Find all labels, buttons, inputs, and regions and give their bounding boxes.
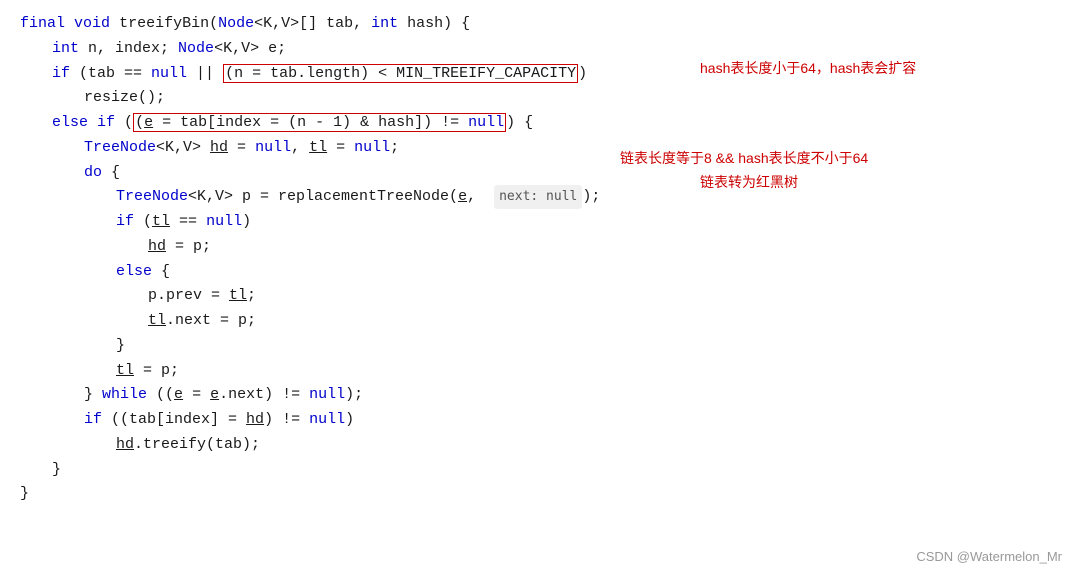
code-line-1: final void treeifyBin(Node<K,V>[] tab, i… xyxy=(20,12,1066,37)
code-line-4: resize(); xyxy=(20,86,1066,111)
keyword-null-2: null xyxy=(468,114,504,131)
var-hd-2: hd xyxy=(148,238,166,255)
keyword-final: final xyxy=(20,15,65,32)
var-e: e xyxy=(144,114,153,131)
var-tl-3: tl xyxy=(229,287,247,304)
code-line-13: tl.next = p; xyxy=(20,309,1066,334)
keyword-null-1: null xyxy=(151,65,187,82)
red-box-2: (e = tab[index = (n - 1) & hash]) != nul… xyxy=(133,113,506,132)
code-line-5: else if ((e = tab[index = (n - 1) & hash… xyxy=(20,111,1066,136)
var-e-4: e xyxy=(210,386,219,403)
var-e-2: e xyxy=(458,188,467,205)
keyword-else-2: else xyxy=(116,263,152,280)
var-e-3: e xyxy=(174,386,183,403)
code-line-20: } xyxy=(20,482,1066,507)
keyword-do: do xyxy=(84,164,102,181)
type-node-2: Node xyxy=(178,40,214,57)
var-hd-4: hd xyxy=(116,436,134,453)
type-treenode-1: TreeNode xyxy=(84,139,156,156)
keyword-null-7: null xyxy=(309,411,345,428)
code-line-18: hd.treeify(tab); xyxy=(20,433,1066,458)
keyword-while: while xyxy=(102,386,147,403)
var-tl-5: tl xyxy=(116,362,134,379)
var-tl-4: tl xyxy=(148,312,166,329)
type-treenode-2: TreeNode xyxy=(116,188,188,205)
code-area: final void treeifyBin(Node<K,V>[] tab, i… xyxy=(0,0,1086,519)
code-line-15: tl = p; xyxy=(20,359,1066,384)
hint-next-null: next: null xyxy=(494,185,582,208)
keyword-if-3: if xyxy=(116,213,134,230)
keyword-null-4: null xyxy=(354,139,390,156)
var-hd-3: hd xyxy=(246,411,264,428)
type-node: Node xyxy=(218,15,254,32)
annotation-3: 链表转为红黑树 xyxy=(700,172,798,192)
var-tl-2: tl xyxy=(152,213,170,230)
code-line-9: if (tl == null) xyxy=(20,210,1066,235)
code-line-6: TreeNode<K,V> hd = null, tl = null; xyxy=(20,136,1066,161)
annotation-1: hash表长度小于64，hash表会扩容 xyxy=(700,58,916,78)
code-line-12: p.prev = tl; xyxy=(20,284,1066,309)
var-tl: tl xyxy=(309,139,327,156)
keyword-void: void xyxy=(74,15,110,32)
watermark: CSDN @Watermelon_Mr xyxy=(916,549,1062,564)
code-line-19: } xyxy=(20,458,1066,483)
code-line-10: hd = p; xyxy=(20,235,1066,260)
annotation-2: 链表长度等于8 && hash表长度不小于64 xyxy=(620,148,868,168)
red-box-1: (n = tab.length) < MIN_TREEIFY_CAPACITY xyxy=(223,64,578,83)
keyword-if: if xyxy=(52,65,70,82)
code-line-14: } xyxy=(20,334,1066,359)
var-hd: hd xyxy=(210,139,228,156)
keyword-else: else xyxy=(52,114,88,131)
code-line-16: } while ((e = e.next) != null); xyxy=(20,383,1066,408)
keyword-if-2: if xyxy=(97,114,115,131)
keyword-null-6: null xyxy=(309,386,345,403)
function-name: treeifyBin xyxy=(119,15,209,32)
keyword-null-3: null xyxy=(255,139,291,156)
keyword-int: int xyxy=(371,15,398,32)
code-line-7: do { xyxy=(20,161,1066,186)
keyword-if-4: if xyxy=(84,411,102,428)
code-line-8: TreeNode<K,V> p = replacementTreeNode(e,… xyxy=(20,185,1066,210)
keyword-int-2: int xyxy=(52,40,79,57)
keyword-null-5: null xyxy=(206,213,242,230)
code-line-11: else { xyxy=(20,260,1066,285)
code-line-17: if ((tab[index] = hd) != null) xyxy=(20,408,1066,433)
